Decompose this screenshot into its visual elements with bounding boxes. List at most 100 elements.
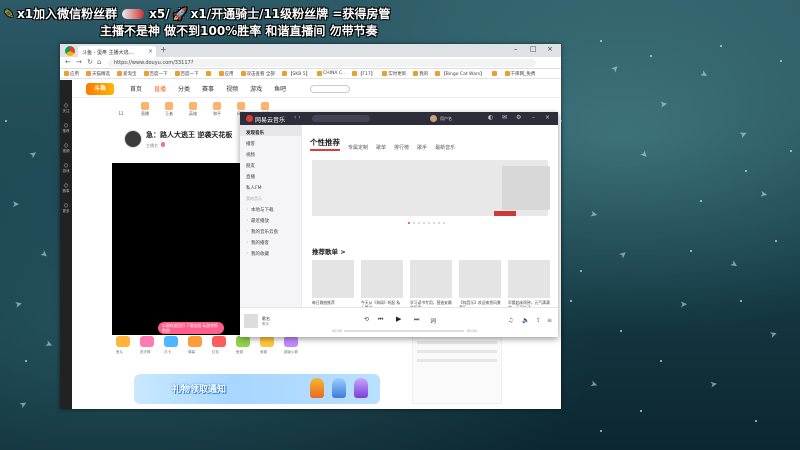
bookmark-item[interactable]: 爱淘宝 [117, 71, 137, 77]
maximize-icon[interactable]: □ [530, 45, 537, 53]
bookmark-item[interactable]: 应用 [64, 71, 79, 77]
minimize-icon[interactable]: – [532, 114, 535, 121]
sidebar-item[interactable]: 私人FM [240, 180, 301, 191]
music-tab[interactable]: 歌单 [376, 144, 386, 151]
promo-tip[interactable]: 公测欢迎回归 下载加班 玩游戏领鱼翅 [158, 322, 224, 334]
playlist-cover[interactable] [508, 260, 550, 298]
bookmark-item[interactable]: 我的 [413, 71, 428, 77]
nav-item[interactable]: 鱼吧 [274, 84, 286, 93]
nav-item[interactable]: 视频 [226, 84, 238, 93]
close-tab-icon[interactable]: × [148, 48, 153, 55]
music-tab[interactable]: 专属定制 [348, 144, 368, 151]
user-name[interactable]: 用户名 [440, 116, 452, 122]
gear-icon[interactable]: ⚙ [516, 114, 521, 121]
home-icon[interactable]: ⌂ [97, 58, 101, 66]
playlist-cover[interactable] [459, 260, 501, 298]
browser-tab[interactable]: 斗鱼 - 蛋疼 主播大逃... × [78, 46, 156, 57]
banner-side-image[interactable] [502, 166, 550, 210]
rail-item[interactable]: ◇ 关注 [60, 102, 72, 114]
share-icon[interactable]: ⇪ [536, 317, 541, 324]
next-icon[interactable]: ⏭ [414, 316, 419, 324]
avatar[interactable] [124, 130, 142, 148]
category-item[interactable]: 英雄 [186, 102, 200, 122]
gift-icon[interactable] [140, 336, 154, 347]
rail-item[interactable]: ◇ 更多 [60, 202, 72, 214]
lyrics-toggle-icon[interactable]: 词 [430, 316, 436, 325]
playlist-cover[interactable] [361, 260, 403, 298]
progress-bar[interactable] [344, 330, 464, 332]
sidebar-item[interactable]: ◦ 我的收藏 [240, 246, 301, 257]
prev-icon[interactable]: ⏮ [378, 316, 383, 324]
bookmark-item[interactable]: 【SKB 5】 [281, 71, 310, 77]
new-tab-button[interactable]: + [160, 45, 167, 54]
gift-icon[interactable] [212, 336, 226, 347]
url-input[interactable]: https://www.douyu.com/33117? [108, 59, 536, 67]
user-avatar[interactable] [430, 115, 437, 122]
search-input[interactable] [310, 84, 351, 93]
rail-item[interactable]: ◇ 视频 [60, 142, 72, 154]
sidebar-item[interactable]: 直播 [240, 169, 301, 180]
sidebar-item[interactable]: ◦ 我的播客 [240, 235, 301, 246]
playlist-card[interactable]: 【纯音乐】欢迎来到风景音乐 [459, 260, 501, 310]
music-tab[interactable]: 歌手 [417, 144, 427, 151]
sidebar-item[interactable]: ◦ 我的音乐云盘 [240, 224, 301, 235]
sidebar-item[interactable]: 播客 [240, 136, 301, 147]
section-title[interactable]: 推荐歌单 > [310, 246, 554, 256]
playlist-icon[interactable]: ≡ [547, 317, 552, 324]
bookmark-item[interactable]: 百度一下 [174, 71, 199, 77]
category-item[interactable]: 王者 [162, 102, 176, 122]
sidebar-item[interactable]: 朋友 [240, 158, 301, 169]
bookmark-item[interactable]: 应用 [218, 71, 234, 77]
play-button[interactable]: ▶ [396, 315, 401, 323]
music-tab[interactable]: 个性推荐 [310, 137, 340, 151]
banner-carousel[interactable] [310, 160, 554, 224]
rail-item[interactable]: ◇ 推荐 [60, 122, 72, 134]
gift-icon[interactable] [116, 336, 130, 347]
rail-item[interactable]: ◇ 游戏 [60, 162, 72, 174]
sidebar-item[interactable]: ◦ 本地与下载 [240, 202, 301, 213]
gift-notice-banner[interactable]: 礼物领取通知 [134, 374, 380, 404]
music-tab[interactable]: 排行榜 [394, 144, 409, 151]
nav-item[interactable]: 游戏 [250, 84, 262, 93]
quality-icon[interactable]: ♫ [508, 317, 513, 324]
bookmark-item[interactable]: CHINA C.. [317, 71, 345, 76]
bookmark-item[interactable]: 实时更新 [382, 71, 406, 77]
sidebar-item[interactable]: 发现音乐 [240, 125, 301, 136]
mail-icon[interactable]: ✉ [502, 114, 507, 121]
bookmark-item[interactable] [205, 71, 212, 76]
minimize-icon[interactable]: – [514, 45, 518, 53]
gift-icon[interactable] [236, 336, 250, 347]
volume-icon[interactable]: 🔈 [522, 317, 529, 324]
playlist-cover[interactable] [312, 260, 354, 298]
bookmark-item[interactable]: 【F17】 [351, 71, 375, 77]
playlist-cover[interactable] [410, 260, 452, 298]
bookmark-item[interactable]: 百度一下 [143, 71, 168, 77]
playlist-card[interactable]: 早晨起床闹钟，元气满满的一天开始了 [508, 260, 550, 310]
skin-icon[interactable]: ◐ [488, 114, 493, 121]
sidebar-item[interactable]: 视频 [240, 147, 301, 158]
playlist-card[interactable]: 今天从《海阔》听起 私人雷达 [361, 260, 403, 310]
nav-item[interactable]: 赛事 [202, 84, 214, 93]
close-icon[interactable]: × [545, 114, 550, 121]
back-icon[interactable]: ← [65, 58, 71, 66]
nav-item[interactable]: 分类 [178, 84, 190, 93]
forward-icon[interactable]: → [76, 58, 82, 66]
nav-item[interactable]: 首页 [130, 84, 142, 93]
bookmark-item[interactable]: 千库网_免费 [504, 71, 535, 77]
nav-item[interactable]: 直播 [154, 84, 166, 93]
sidebar-item[interactable]: ◦ 最近播放 [240, 213, 301, 224]
close-window-icon[interactable]: × [547, 45, 553, 53]
reload-icon[interactable]: ↻ [87, 58, 93, 66]
gift-icon[interactable] [188, 336, 202, 347]
rail-item[interactable]: ◇ 赛事 [60, 182, 72, 194]
loop-icon[interactable]: ⟲ [364, 316, 369, 323]
playlist-card[interactable]: 学习读书专用，营造安静的氛围 [410, 260, 452, 310]
playlist-card[interactable]: 每日歌曲推荐 [312, 260, 354, 310]
album-cover[interactable] [244, 314, 258, 328]
music-search-input[interactable] [312, 115, 370, 122]
music-tab[interactable]: 最新音乐 [435, 144, 455, 151]
category-item[interactable]: 直播 [138, 102, 152, 122]
category-item[interactable]: 12 [114, 102, 128, 122]
bookmark-item[interactable] [491, 71, 498, 76]
bookmark-item[interactable]: 【Bingo Cat Wars】 [435, 71, 485, 77]
